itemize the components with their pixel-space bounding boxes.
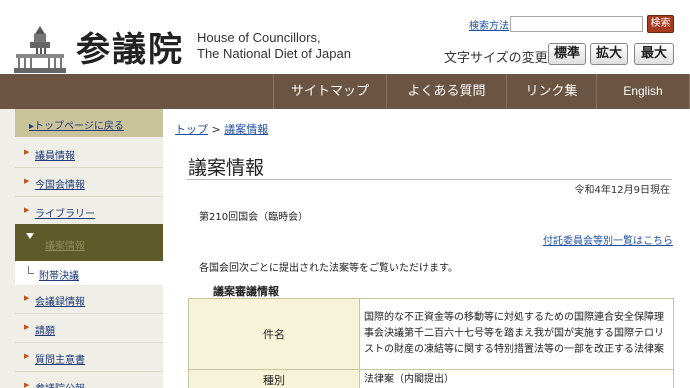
fontsize-standard-button[interactable]: 標準 [548, 43, 586, 65]
sidebar-item-label: 質問主意書 [35, 355, 85, 366]
nav-sitemap[interactable]: サイトマップ [273, 74, 386, 109]
table-row: 種別 法律案（内閣提出） [188, 369, 674, 388]
fontsize-max-button[interactable]: 最大 [634, 43, 674, 65]
arrow-icon: ▶ [24, 294, 30, 302]
sidebar: ▸トップページに戻る ▶ 議員情報 ▶ 今国会情報 ▶ ライブラリー 議案情報 … [0, 109, 163, 388]
site-header: 参議院 House of Councillors, The National D… [0, 0, 690, 74]
logo-en-line2: The National Diet of Japan [197, 46, 351, 61]
search-button[interactable]: 検索 [647, 15, 674, 33]
sidebar-item-label: 参議院公報 [35, 380, 85, 388]
page-title: 議案情報 [188, 157, 265, 179]
sidebar-item-gazette[interactable]: ▶ 参議院公報 [15, 372, 163, 388]
sidebar-item-label: ▸トップページに戻る [29, 121, 124, 132]
bill-name-header: 件名 [188, 298, 360, 370]
nav-links[interactable]: リンク集 [506, 74, 596, 109]
sidebar-item-label: ライブラリー [35, 209, 95, 220]
diet-session: 第210回国会（臨時会） [199, 212, 309, 223]
sidebar-item-minutes[interactable]: ▶ 会議録情報 [15, 285, 163, 314]
triangle-down-icon [26, 233, 34, 239]
sidebar-item-petitions[interactable]: ▶ 請願 [15, 314, 163, 343]
sidebar-item-label: 今国会情報 [35, 180, 85, 191]
site-logo-title[interactable]: 参議院 [76, 22, 184, 71]
site-logo-english[interactable]: House of Councillors, The National Diet … [197, 30, 351, 62]
breadcrumb-current-link[interactable]: 議案情報 [224, 123, 268, 136]
global-nav: サイトマップ よくある質問 リンク集 English [0, 74, 690, 109]
sidebar-item-bills-active[interactable]: 議案情報 [15, 224, 163, 261]
arrow-icon: ▶ [24, 148, 30, 156]
sidebar-item-label: 議員情報 [35, 151, 75, 162]
title-divider [187, 179, 672, 180]
fontsize-label: 文字サイズの変更 [444, 51, 548, 66]
breadcrumb: トップ > 議案情報 [175, 121, 268, 137]
breadcrumb-separator: > [211, 123, 221, 136]
sidebar-item-label: 会議録情報 [35, 297, 85, 308]
tree-branch-icon [28, 266, 34, 274]
sidebar-subitem-resolutions[interactable]: 附帯決議 [15, 261, 163, 285]
bill-type-header: 種別 [188, 369, 360, 388]
sidebar-item-label: 附帯決議 [39, 271, 79, 282]
fontsize-large-button[interactable]: 拡大 [590, 43, 628, 65]
bill-info-table: 件名 国際的な不正資金等の移動等に対処するための国際連合安全保障理事会決議第千二… [188, 298, 674, 388]
diet-building-logo-icon[interactable] [14, 24, 66, 74]
sidebar-item-label: 議案情報 [45, 241, 85, 252]
section-title: 議案審議情報 [213, 285, 279, 298]
sidebar-item-members[interactable]: ▶ 議員情報 [15, 139, 163, 168]
sidebar-item-questions[interactable]: ▶ 質問主意書 [15, 343, 163, 372]
arrow-icon: ▶ [24, 381, 30, 388]
bill-name-value: 国際的な不正資金等の移動等に対処するための国際連合安全保障理事会決議第千二百六十… [359, 298, 674, 370]
as-of-date: 令和4年12月9日現在 [574, 185, 670, 196]
sidebar-item-library[interactable]: ▶ ライブラリー [15, 197, 163, 226]
sidebar-item-label: 請願 [35, 326, 55, 337]
search-input[interactable] [510, 16, 643, 32]
arrow-icon: ▶ [24, 323, 30, 331]
arrow-icon: ▶ [24, 206, 30, 214]
logo-en-line1: House of Councillors, [197, 30, 321, 45]
arrow-icon: ▶ [24, 177, 30, 185]
nav-faq[interactable]: よくある質問 [386, 74, 506, 109]
sidebar-item-top[interactable]: ▸トップページに戻る [15, 109, 163, 137]
arrow-icon: ▶ [24, 352, 30, 360]
intro-text: 各国会回次ごとに提出された法案等をご覧いただけます。 [199, 263, 458, 274]
committee-list-link[interactable]: 付託委員会等別一覧はこちら [543, 232, 673, 247]
nav-english[interactable]: English [596, 74, 690, 109]
table-row: 件名 国際的な不正資金等の移動等に対処するための国際連合安全保障理事会決議第千二… [188, 298, 674, 370]
sidebar-item-current-session[interactable]: ▶ 今国会情報 [15, 168, 163, 197]
search-help-link[interactable]: 検索方法 [469, 17, 509, 32]
breadcrumb-top-link[interactable]: トップ [175, 123, 208, 136]
bill-type-value: 法律案（内閣提出） [359, 369, 674, 388]
